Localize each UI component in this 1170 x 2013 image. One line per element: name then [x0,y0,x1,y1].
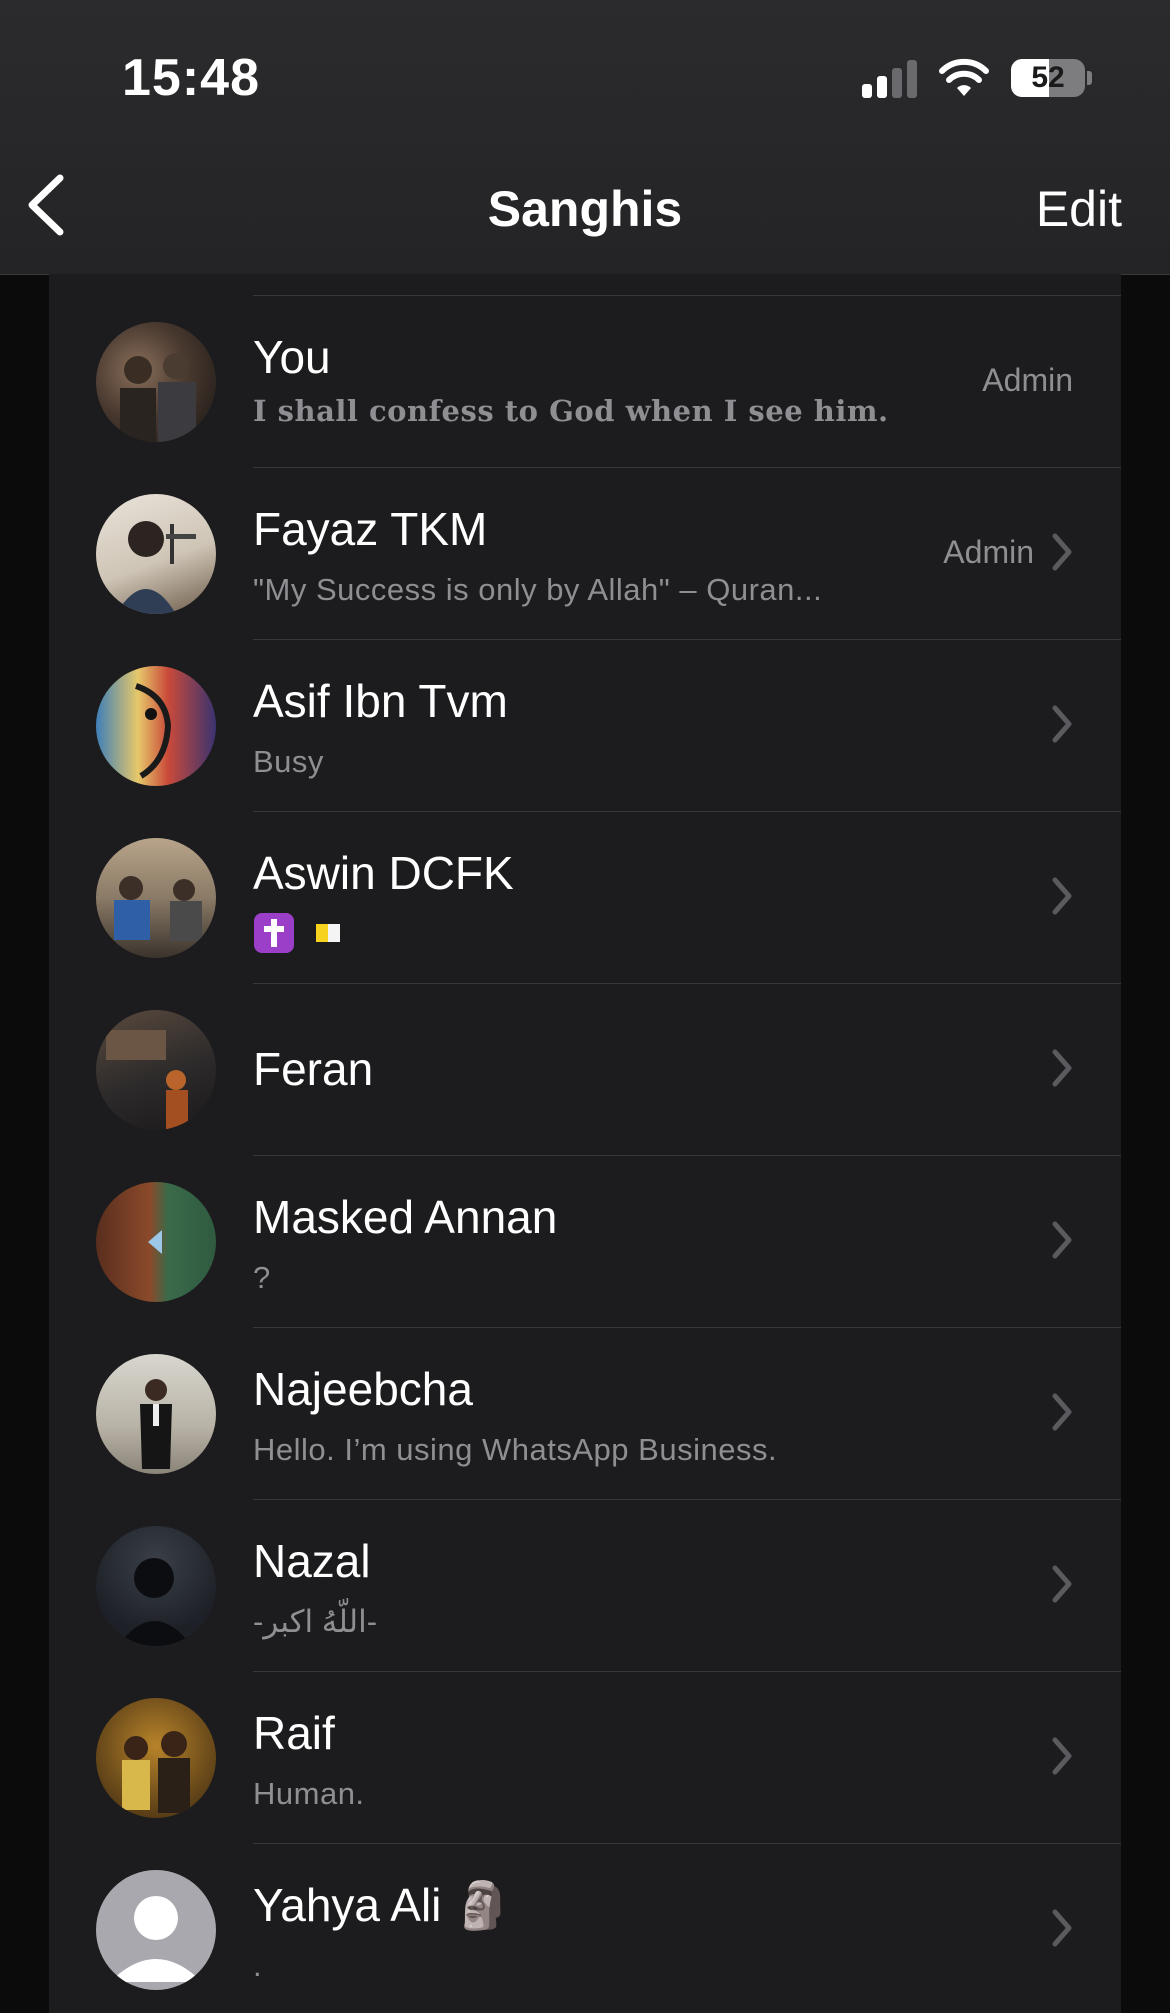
list-item[interactable]: You I shall confess to God when I see hi… [49,296,1121,468]
list-item[interactable]: Feran [49,984,1121,1156]
participant-name: Feran [253,1043,374,1095]
page-title: Sanghis [487,181,683,237]
participant-name: Fayaz TKM [253,503,488,555]
participant-name: Masked Annan [253,1191,558,1243]
chevron-right-icon [1052,1393,1072,1431]
chevron-right-icon [1052,877,1072,915]
participant-status: Hello. I’m using WhatsApp Business. [253,1432,778,1467]
list-item[interactable]: Masked Annan ? [49,1156,1121,1328]
avatar [96,494,216,614]
latin-cross-emoji-icon [254,913,294,953]
participant-status: I shall confess to God when I see him. [253,394,889,428]
participant-status: ? [253,1260,271,1295]
chevron-right-icon [1052,1565,1072,1603]
status-icons: 52 [862,56,1092,100]
avatar [96,666,216,786]
avatar [96,1010,216,1130]
participant-name: Yahya Ali 🗿 [253,1879,512,1931]
participants-list: You I shall confess to God when I see hi… [49,274,1121,2013]
participant-status [253,912,344,954]
list-item[interactable]: Yahya Ali 🗿 . [49,1844,1121,2013]
participant-status: . [253,1948,263,1983]
list-item[interactable]: Najeebcha Hello. I’m using WhatsApp Busi… [49,1328,1121,1500]
list-item[interactable]: Nazal -اللّهُ اكبر- [49,1500,1121,1672]
cellular-signal-icon [862,58,917,98]
participant-name: Nazal [253,1535,371,1587]
chevron-right-icon [1052,705,1072,743]
participant-status: "My Success is only by Allah" – Quran... [253,572,823,607]
battery-icon: 52 [1011,59,1085,97]
avatar [96,1182,216,1302]
default-avatar-icon [96,1870,216,1990]
chevron-right-icon [1052,1909,1072,1947]
list-item[interactable]: Fayaz TKM "My Success is only by Allah" … [49,468,1121,640]
navigation-header: 15:48 52 Sanghis Edit [0,0,1170,275]
participant-status: Human. [253,1776,365,1811]
edit-button[interactable]: Edit [1036,180,1122,238]
avatar [96,838,216,958]
list-item[interactable]: Aswin DCFK [49,812,1121,984]
chevron-right-icon [1052,1737,1072,1775]
participant-name: Asif Ibn Tvm [253,675,508,727]
avatar [96,322,216,442]
admin-badge: Admin [982,362,1073,398]
avatar [96,1698,216,1818]
chevron-right-icon [1052,1221,1072,1259]
admin-badge: Admin [943,534,1034,570]
participant-status: Busy [253,744,324,779]
vatican-flag-icon [316,924,341,942]
status-time: 15:48 [122,49,260,107]
avatar [96,1526,216,1646]
wifi-icon [939,58,989,96]
chevron-right-icon [1052,1049,1072,1087]
list-item[interactable]: Asif Ibn Tvm Busy [49,640,1121,812]
participant-name: Najeebcha [253,1363,473,1415]
avatar [96,1354,216,1474]
participant-status: -اللّهُ اكبر- [253,1604,378,1639]
list-item[interactable]: Raif Human. [49,1672,1121,1844]
battery-percent: 52 [1031,61,1065,94]
participant-name: Aswin DCFK [253,847,514,899]
participant-name: You [253,331,331,383]
participant-name: Raif [253,1707,335,1759]
chevron-right-icon [1052,533,1072,571]
